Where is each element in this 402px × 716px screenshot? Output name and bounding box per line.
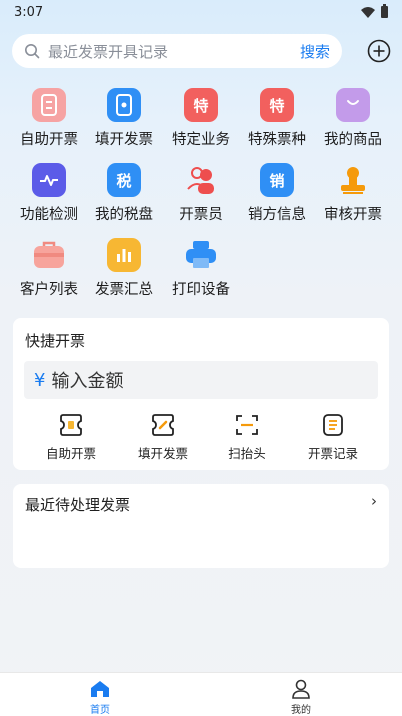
pending-invoices-card[interactable]: 最近待处理发票 › — [13, 484, 389, 568]
grid-label: 功能检测 — [20, 207, 78, 223]
special-business-icon: 特 — [184, 88, 218, 122]
add-circle-icon[interactable] — [367, 39, 391, 63]
battery-icon — [381, 4, 388, 18]
grid-item-special-ticket[interactable]: 特 特殊票种 — [237, 88, 317, 149]
grid-item-my-goods[interactable]: 我的商品 — [313, 88, 393, 149]
quick-invoice-title: 快捷开票 — [25, 332, 86, 350]
profile-icon — [292, 679, 310, 699]
tax-disk-icon: 税 — [107, 163, 141, 197]
status-time: 3:07 — [14, 4, 44, 20]
grid-label: 客户列表 — [20, 282, 78, 298]
grid-item-invoice-summary[interactable]: 发票汇总 — [84, 238, 164, 299]
customer-briefcase-icon — [32, 238, 66, 272]
grid-item-fill-invoice[interactable]: 填开发票 — [84, 88, 164, 149]
grid-item-review-invoice[interactable]: 审核开票 — [313, 163, 393, 224]
amount-placeholder: 输入金额 — [51, 371, 124, 392]
grid-label: 打印设备 — [172, 282, 230, 298]
grid-item-customer-list[interactable]: 客户列表 — [9, 238, 89, 299]
shopping-bag-icon — [336, 88, 370, 122]
grid-item-special-business[interactable]: 特 特定业务 — [161, 88, 241, 149]
grid-label: 发票汇总 — [95, 282, 153, 298]
grid-label: 特定业务 — [172, 132, 230, 148]
currency-symbol: ¥ — [34, 369, 46, 391]
scan-header-icon — [236, 415, 258, 435]
summary-chart-icon — [107, 238, 141, 272]
quick-invoice-record-button[interactable]: 开票记录 — [287, 412, 379, 462]
quick-invoice-card: 快捷开票 ¥ 输入金额 自助开票 填开发票 扫抬头 开票记录 — [13, 318, 389, 470]
grid-item-invoicer[interactable]: 开票员 — [161, 163, 241, 224]
invoice-record-icon — [323, 414, 343, 436]
grid-label: 销方信息 — [248, 207, 306, 223]
home-icon — [91, 681, 109, 697]
quick-self-invoice-button[interactable]: 自助开票 — [25, 412, 117, 462]
bottom-tab-bar: 首页 我的 — [0, 672, 402, 716]
fill-invoice-icon — [107, 88, 141, 122]
quick-fill-invoice-button[interactable]: 填开发票 — [117, 412, 209, 462]
stamp-icon — [336, 163, 370, 197]
grid-item-self-invoice[interactable]: 自助开票 — [9, 88, 89, 149]
grid-label: 我的税盘 — [95, 207, 153, 223]
pulse-check-icon — [32, 163, 66, 197]
tab-home-label: 首页 — [90, 705, 110, 716]
quick-scan-header-button[interactable]: 扫抬头 — [201, 412, 293, 462]
self-invoice-outline-icon — [60, 414, 82, 436]
self-invoice-icon — [32, 88, 66, 122]
quick-item-label: 开票记录 — [307, 446, 358, 461]
grid-item-function-check[interactable]: 功能检测 — [9, 163, 89, 224]
status-bar: 3:07 — [0, 0, 402, 24]
chevron-right-icon[interactable]: › — [371, 492, 377, 510]
grid-item-print-device[interactable]: 打印设备 — [161, 238, 241, 299]
grid-label: 特殊票种 — [248, 132, 306, 148]
tab-profile-label: 我的 — [291, 705, 311, 716]
search-icon — [25, 44, 40, 59]
search-input[interactable]: 最近发票开具记录 搜索 — [12, 34, 342, 68]
grid-item-tax-disk[interactable]: 税 我的税盘 — [84, 163, 164, 224]
search-button[interactable]: 搜索 — [300, 41, 330, 62]
quick-item-label: 填开发票 — [137, 446, 188, 461]
grid-item-seller-info[interactable]: 销 销方信息 — [237, 163, 317, 224]
tab-profile[interactable]: 我的 — [271, 679, 331, 716]
tab-home[interactable]: 首页 — [70, 679, 130, 716]
quick-item-label: 自助开票 — [45, 446, 96, 461]
grid-label: 开票员 — [179, 207, 223, 223]
quick-item-label: 扫抬头 — [228, 446, 266, 461]
pending-invoices-title: 最近待处理发票 — [25, 496, 131, 514]
printer-icon — [184, 238, 218, 272]
search-placeholder: 最近发票开具记录 — [48, 42, 169, 61]
special-ticket-icon: 特 — [260, 88, 294, 122]
status-icons — [361, 4, 388, 18]
fill-invoice-outline-icon — [152, 414, 174, 436]
grid-label: 审核开票 — [324, 207, 382, 223]
seller-info-icon: 销 — [260, 163, 294, 197]
search-row: 最近发票开具记录 搜索 — [12, 34, 391, 68]
grid-label: 填开发票 — [95, 132, 153, 148]
amount-input[interactable]: ¥ 输入金额 — [24, 361, 378, 399]
grid-label: 我的商品 — [324, 132, 382, 148]
invoicer-users-icon — [184, 163, 218, 197]
wifi-icon — [361, 6, 375, 18]
grid-label: 自助开票 — [20, 132, 78, 148]
